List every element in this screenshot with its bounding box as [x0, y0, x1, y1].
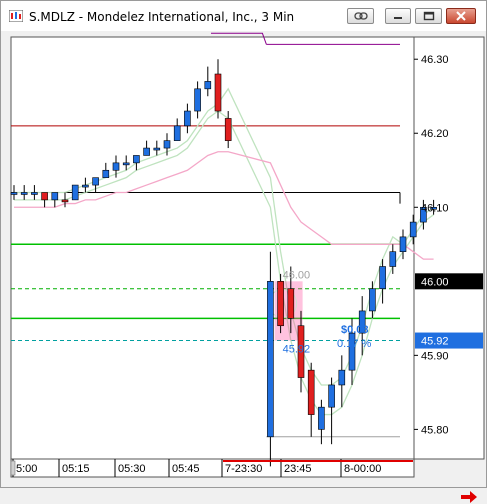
candle-body — [204, 81, 212, 90]
candle-body — [369, 288, 376, 312]
minimize-button[interactable] — [385, 8, 411, 24]
candle-body — [287, 288, 295, 319]
candle-body — [277, 281, 284, 327]
time-tick-label: 8-00:00 — [344, 463, 381, 475]
candle-body — [20, 192, 28, 195]
title-bar[interactable]: S.MDLZ - Mondelez International, Inc., 3… — [1, 1, 486, 31]
session-bar — [223, 460, 413, 462]
close-icon — [456, 11, 466, 21]
candle-body — [214, 73, 222, 112]
candle-body — [328, 384, 335, 408]
chart-area[interactable]: 46.00 45.92 $0.08 0.17 % 46.30 46.20 46.10 45.9… — [1, 31, 486, 503]
candle-body — [307, 369, 315, 415]
candle-body — [71, 184, 79, 201]
time-tick-label: 23:45 — [284, 463, 312, 475]
candle-body — [133, 155, 140, 164]
candle-body — [61, 199, 69, 203]
candle-body — [10, 192, 18, 195]
annotation-top-label: 46.00 — [283, 269, 311, 281]
time-tick-label: 05:15 — [62, 463, 90, 475]
restore-button[interactable] — [415, 8, 442, 24]
time-scroll-handle — [10, 460, 16, 476]
annotation-delta-value: $0.08 — [341, 324, 369, 336]
price-chart[interactable]: 46.00 45.92 $0.08 0.17 % 46.30 46.20 46.10 45.9… — [1, 31, 486, 487]
restore-icon — [423, 11, 434, 21]
price-tick-label: 45.80 — [421, 424, 449, 436]
price-tick-label: 46.20 — [421, 128, 449, 140]
candle-body — [318, 406, 325, 430]
candle-body — [82, 184, 89, 188]
candle-body — [153, 147, 161, 151]
candle-body — [41, 192, 48, 201]
window-title: S.MDLZ - Mondelez International, Inc., 3… — [29, 10, 295, 24]
price-tick-label: 46.30 — [421, 54, 449, 66]
candle-body — [31, 192, 38, 195]
annotation-bottom-label: 45.92 — [283, 344, 311, 356]
scroll-right-arrow-icon[interactable] — [460, 490, 478, 504]
candle-body — [163, 140, 171, 149]
time-tick-label: 05:45 — [172, 463, 200, 475]
candle-body — [122, 162, 130, 166]
candle-body — [102, 169, 110, 178]
candle-body — [143, 147, 150, 156]
close-button[interactable] — [446, 8, 476, 24]
chart-window: S.MDLZ - Mondelez International, Inc., 3… — [0, 0, 487, 503]
candle-body — [389, 251, 397, 267]
candle-body — [112, 162, 120, 171]
app-icon — [9, 10, 23, 22]
candle-body — [92, 177, 99, 186]
time-tick-label: 5:00 — [16, 463, 37, 475]
candle-body — [409, 221, 417, 238]
candle-body — [338, 369, 346, 386]
time-tick-label: 05:30 — [118, 463, 146, 475]
candle-body — [184, 110, 191, 127]
candle-body — [224, 118, 232, 141]
candle-body — [173, 125, 181, 141]
price-tick-label: 45.90 — [421, 350, 449, 362]
plot-background — [10, 36, 415, 460]
current-price-tag: 46.00 — [421, 276, 449, 288]
candle-body — [379, 266, 386, 290]
candle-body — [399, 236, 407, 253]
blue-price-tag: 45.92 — [421, 336, 449, 348]
minimize-icon — [394, 17, 402, 19]
price-tick-label: 46.10 — [421, 202, 449, 214]
candle-body — [267, 281, 274, 438]
candle-body — [194, 88, 201, 112]
link-icon — [353, 12, 368, 20]
price-axis-background — [413, 36, 485, 460]
time-tick-label: 7-23:30 — [225, 463, 262, 475]
annotation-delta-percent: 0.17 % — [337, 338, 371, 350]
link-button[interactable] — [347, 8, 374, 24]
candle-body — [51, 192, 59, 201]
